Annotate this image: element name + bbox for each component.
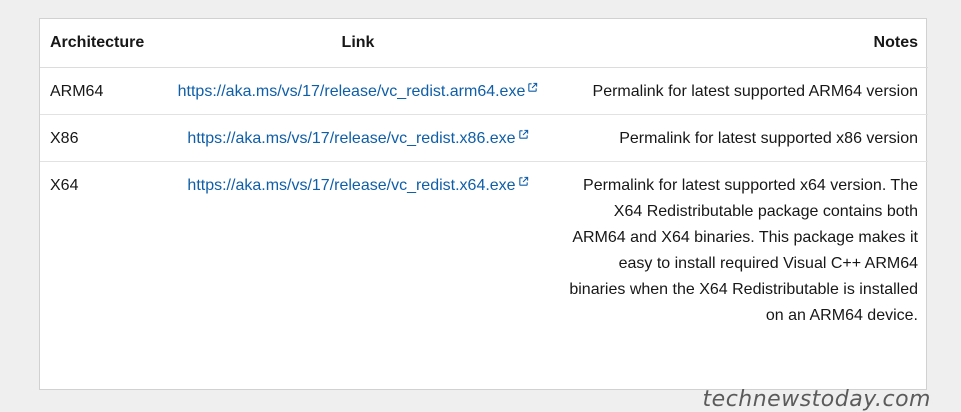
architecture-cell: ARM64 [40,67,158,115]
x64-download-link[interactable]: https://aka.ms/vs/17/release/vc_redist.x… [187,176,528,194]
table-row-arm64: ARM64 https://aka.ms/vs/17/release/vc_re… [40,67,928,115]
notes-cell: Permalink for latest supported x64 versi… [569,177,918,324]
column-header-link: Link [158,19,558,68]
x86-download-link[interactable]: https://aka.ms/vs/17/release/vc_redist.x… [187,129,528,147]
table-row-x86: X86 https://aka.ms/vs/17/release/vc_redi… [40,114,928,162]
link-cell: https://aka.ms/vs/17/release/vc_redist.x… [158,114,558,162]
link-cell: https://aka.ms/vs/17/release/vc_redist.x… [158,162,558,339]
notes-cell: Permalink for latest supported ARM64 ver… [558,67,928,115]
x64-link-text: https://aka.ms/vs/17/release/vc_redist.x… [187,177,516,194]
external-link-icon [518,176,528,186]
architecture-cell: X86 [40,114,158,162]
arm64-download-link[interactable]: https://aka.ms/vs/17/release/vc_redist.a… [177,82,539,100]
column-header-architecture: Architecture [40,19,158,68]
external-link-icon [518,129,528,139]
table-row-x64: X64 https://aka.ms/vs/17/release/vc_redi… [40,162,928,339]
redistributable-table-card: Architecture Link Notes ARM64 https://ak… [39,18,928,390]
x86-link-text: https://aka.ms/vs/17/release/vc_redist.x… [187,130,516,147]
architecture-cell: X64 [50,177,79,194]
arm64-link-text: https://aka.ms/vs/17/release/vc_redist.a… [177,83,526,100]
table-header-row: Architecture Link Notes [40,19,928,68]
column-header-notes: Notes [558,19,928,68]
link-cell: https://aka.ms/vs/17/release/vc_redist.a… [158,67,558,115]
redistributable-table: Architecture Link Notes ARM64 https://ak… [40,19,928,338]
notes-cell: Permalink for latest supported x86 versi… [558,114,928,162]
external-link-icon [528,82,538,92]
site-watermark: technewstoday.com [702,387,931,412]
